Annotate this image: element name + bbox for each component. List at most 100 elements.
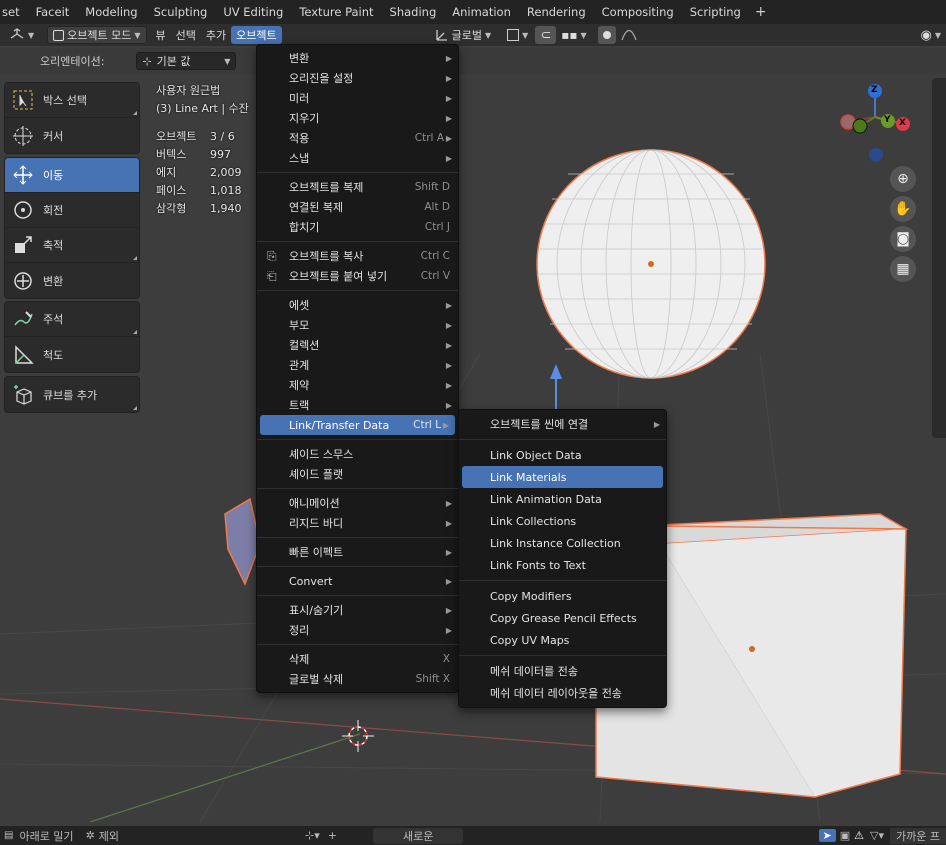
- tool-annotate[interactable]: 주석: [5, 302, 139, 337]
- select-arrow-icon[interactable]: ➤: [818, 829, 836, 842]
- menu-item[interactable]: 적용 Ctrl A ▶: [257, 128, 458, 148]
- menu-item[interactable]: ⎘ 오브젝트를 복사 Ctrl C: [257, 246, 458, 266]
- menu-item[interactable]: Link Materials: [462, 466, 663, 488]
- menu-view[interactable]: 뷰: [151, 26, 171, 44]
- new-button[interactable]: 새로운: [373, 827, 464, 844]
- menu-item[interactable]: 셰이드 플랫: [257, 464, 458, 484]
- menu-add[interactable]: 추가: [201, 26, 231, 44]
- gizmo-y-label[interactable]: Y: [884, 115, 891, 125]
- exclude-label[interactable]: 제외: [99, 828, 119, 844]
- menu-item[interactable]: 정리 ▶: [257, 620, 458, 640]
- camera-icon[interactable]: ◙: [890, 226, 916, 252]
- menu-item[interactable]: 컬렉션 ▶: [257, 335, 458, 355]
- menu-item[interactable]: 오브젝트를 씬에 연결 ▶: [459, 413, 666, 435]
- add-workspace-icon[interactable]: +: [749, 4, 773, 20]
- workspace-tab[interactable]: Shading: [382, 0, 445, 24]
- push-back-label[interactable]: 아래로 밀기: [19, 828, 73, 844]
- menu-item[interactable]: 트랙 ▶: [257, 395, 458, 415]
- tool-scale[interactable]: 축적: [5, 228, 139, 263]
- menu-item[interactable]: Link Animation Data: [459, 488, 666, 510]
- menu-item[interactable]: 셰이드 스무스: [257, 444, 458, 464]
- falloff-dropdown[interactable]: [616, 26, 642, 44]
- menu-item[interactable]: 삭제 X: [257, 649, 458, 669]
- gizmo-x-label[interactable]: X: [899, 118, 906, 128]
- snap-source-icon[interactable]: ⊹▾: [305, 829, 320, 842]
- viewport-visibility-dropdown[interactable]: ◉ ▼: [916, 26, 946, 44]
- menu-item[interactable]: 제약 ▶: [257, 375, 458, 395]
- snap-toggle[interactable]: ⊂: [535, 26, 557, 44]
- mode-dropdown[interactable]: 오브젝트 모드 ▼: [47, 26, 147, 44]
- tool-add-cube[interactable]: 큐브를 추가: [5, 377, 139, 412]
- transform-orientation-dropdown[interactable]: 글로벌 ▼: [430, 26, 497, 44]
- menu-item[interactable]: 지우기 ▶: [257, 108, 458, 128]
- menu-item[interactable]: 오리진을 설정 ▶: [257, 68, 458, 88]
- snap-nearest-label[interactable]: 가까운 프: [890, 827, 946, 844]
- menu-item[interactable]: Copy UV Maps: [459, 629, 666, 651]
- menu-item[interactable]: 표시/숨기기 ▶: [257, 600, 458, 620]
- menu-item[interactable]: 에셋 ▶: [257, 295, 458, 315]
- menu-item[interactable]: 합치기 Ctrl J: [257, 217, 458, 237]
- menu-item[interactable]: Copy Modifiers: [459, 585, 666, 607]
- menu-item[interactable]: 스냅 ▶: [257, 148, 458, 168]
- menu-item[interactable]: 부모 ▶: [257, 315, 458, 335]
- menu-item[interactable]: Link Object Data: [459, 444, 666, 466]
- menu-item[interactable]: 변환 ▶: [257, 48, 458, 68]
- orientation-dropdown[interactable]: ⊹ 기본 값 ▼: [136, 52, 237, 70]
- menu-item[interactable]: Convert ▶: [257, 571, 458, 591]
- menu-item[interactable]: 메쉬 데이터 레이아웃을 전송: [459, 682, 666, 704]
- perspective-grid-icon[interactable]: ▦: [890, 256, 916, 282]
- menu-item[interactable]: 관계 ▶: [257, 355, 458, 375]
- select-box-mode-icon[interactable]: ▣: [840, 829, 850, 842]
- workspace-tab[interactable]: Sculpting: [146, 0, 216, 24]
- editor-type-button[interactable]: ▼: [4, 26, 39, 44]
- menu-item[interactable]: 메쉬 데이터를 전송: [459, 660, 666, 682]
- menu-item[interactable]: 오브젝트를 복제 Shift D: [257, 177, 458, 197]
- workspace-tab[interactable]: UV Editing: [215, 0, 291, 24]
- zoom-icon[interactable]: ⊕: [890, 166, 916, 192]
- menu-item-label: 합치기: [289, 221, 320, 234]
- menu-item[interactable]: Link Fonts to Text: [459, 554, 666, 576]
- tool-measure[interactable]: 척도: [5, 337, 139, 372]
- menu-item[interactable]: 리지드 바디 ▶: [257, 513, 458, 533]
- workspace-tab[interactable]: Compositing: [594, 0, 682, 24]
- transform-orientation-label: 글로벌: [451, 29, 483, 42]
- filter-icon[interactable]: ▽▾: [870, 829, 884, 842]
- menu-item[interactable]: 미러 ▶: [257, 88, 458, 108]
- pivot-point-dropdown[interactable]: ▼: [502, 26, 533, 44]
- warning-icon[interactable]: ⚠: [854, 829, 864, 842]
- menu-object[interactable]: 오브젝트: [231, 26, 282, 44]
- workspace-tab[interactable]: Modeling: [77, 0, 145, 24]
- workspace-tab[interactable]: Faceit: [28, 0, 78, 24]
- pan-hand-icon[interactable]: ✋: [890, 196, 916, 222]
- snap-target-dropdown[interactable]: ▪▪ ▼: [556, 26, 591, 44]
- tool-transform[interactable]: 변환: [5, 263, 139, 298]
- menu-item[interactable]: ⎗ 오브젝트를 붙여 넣기 Ctrl V: [257, 266, 458, 286]
- menu-item[interactable]: 애니메이션 ▶: [257, 493, 458, 513]
- tool-cursor[interactable]: 커서: [5, 118, 139, 153]
- tool-select-box[interactable]: 박스 선택: [5, 83, 139, 118]
- menu-item[interactable]: Link/Transfer Data Ctrl L ▶: [260, 415, 455, 435]
- sidebar-panel-edge[interactable]: [932, 78, 946, 438]
- workspace-tab[interactable]: Texture Paint: [291, 0, 381, 24]
- stat-row: 페이스 1,018: [156, 184, 242, 197]
- workspace-tab[interactable]: Animation: [444, 0, 519, 24]
- submenu-arrow-icon: ▶: [653, 419, 660, 429]
- menu-item[interactable]: 빠른 이펙트 ▶: [257, 542, 458, 562]
- menu-item[interactable]: Link Collections: [459, 510, 666, 532]
- menu-item[interactable]: Copy Grease Pencil Effects: [459, 607, 666, 629]
- menu-item-label: Link Instance Collection: [490, 536, 621, 550]
- menu-select[interactable]: 선택: [171, 26, 201, 44]
- proportional-edit-toggle[interactable]: [597, 26, 616, 44]
- tool-move[interactable]: 이동: [5, 158, 139, 193]
- menu-item[interactable]: 글로벌 삭제 Shift X: [257, 669, 458, 689]
- workspace-tab[interactable]: Scripting: [682, 0, 749, 24]
- gizmo-z-label[interactable]: Z: [871, 85, 878, 95]
- stat-row: 삼각형 1,940: [156, 202, 242, 215]
- tool-rotate[interactable]: 회전: [5, 193, 139, 228]
- workspace-tab[interactable]: Rendering: [519, 0, 594, 24]
- menu-item[interactable]: 연결된 복제 Alt D: [257, 197, 458, 217]
- tool-label: 척도: [43, 348, 64, 362]
- workspace-tab[interactable]: set: [0, 0, 28, 24]
- new-plus-icon[interactable]: +: [328, 829, 337, 842]
- menu-item[interactable]: Link Instance Collection: [459, 532, 666, 554]
